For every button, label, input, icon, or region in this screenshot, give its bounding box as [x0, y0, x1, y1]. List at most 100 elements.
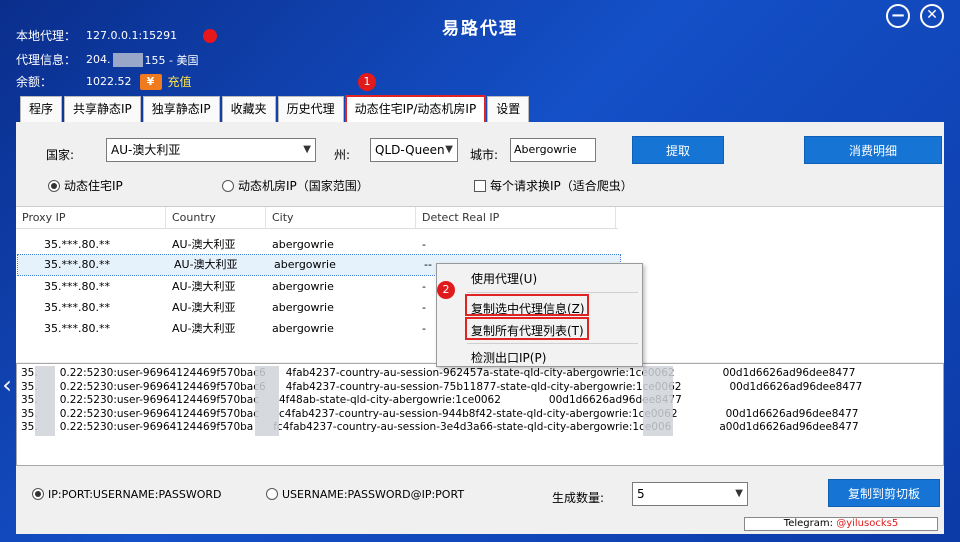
tab-shared-static[interactable]: 共享静态IP	[64, 96, 141, 122]
country-label: 国家:	[46, 148, 75, 162]
left-nav-icon[interactable]: ‹	[0, 360, 14, 410]
highlight-box	[465, 294, 589, 316]
balance-row: 余额： 1022.52 ¥ 充值	[16, 73, 192, 90]
cell-city: abergowrie	[274, 258, 336, 271]
state-select[interactable]: QLD-Queen ▼	[370, 138, 458, 162]
proxy-output-textarea[interactable]: 35. 0.22:5230:user-96964124469f570bac6 4fa…	[16, 363, 944, 466]
output-line: 35. 0.22:5230:user-96964124469f570bac6 4fa…	[21, 380, 863, 393]
radio-format-b[interactable]: USERNAME:PASSWORD@IP:PORT	[266, 488, 464, 501]
highlight-box	[465, 317, 589, 340]
billing-button[interactable]: 消费明细	[804, 136, 942, 164]
status-dot-icon	[203, 28, 218, 43]
output-line: 35. 0.22:5230:user-96964124469f570bac 4f48…	[21, 394, 682, 406]
col-city[interactable]: City	[266, 207, 416, 228]
output-line: 35. 0.22:5230:user-96964124469f570bac6 4fa…	[21, 367, 856, 379]
cell-country: AU-澳大利亚	[174, 258, 238, 271]
cell-proxy-ip: 35.***.80.**	[44, 258, 110, 271]
state-label: 州:	[334, 148, 351, 162]
redaction-block	[643, 366, 673, 436]
radio-format-a[interactable]: IP:PORT:USERNAME:PASSWORD	[32, 488, 222, 501]
radio-selected-icon	[32, 488, 44, 500]
cell-country: AU-澳大利亚	[172, 322, 236, 335]
format-a-label: IP:PORT:USERNAME:PASSWORD	[48, 488, 222, 501]
cell-proxy-ip: 35.***.80.**	[44, 322, 110, 335]
cell-city: abergowrie	[272, 301, 334, 314]
checkbox-icon	[474, 180, 486, 192]
close-icon[interactable]: ✕	[920, 4, 944, 28]
filter-form: 国家: AU-澳大利亚 ▼ 州: QLD-Queen ▼ 城市: Abergow…	[16, 122, 944, 206]
menu-item-detect-exit-ip[interactable]: 检测出口IP(P)	[471, 349, 546, 366]
city-input[interactable]: Abergowrie	[510, 138, 596, 162]
city-label: 城市:	[470, 148, 499, 162]
cell-city: abergowrie	[272, 238, 334, 251]
checkbox-each-request-label: 每个请求换IP（适合爬虫）	[490, 179, 633, 193]
minimize-icon[interactable]: −	[886, 4, 910, 28]
format-b-label: USERNAME:PASSWORD@IP:PORT	[282, 488, 465, 501]
cell-country: AU-澳大利亚	[172, 301, 236, 314]
proxy-info-prefix: 204.	[86, 53, 111, 66]
country-value: AU-澳大利亚	[111, 143, 181, 157]
tab-program[interactable]: 程序	[20, 96, 63, 122]
radio-residential-label: 动态住宅IP	[64, 179, 123, 193]
country-select[interactable]: AU-澳大利亚 ▼	[106, 138, 316, 162]
local-proxy-label: 本地代理：	[16, 29, 77, 43]
table-row[interactable]: 35.***.80.** AU-澳大利亚 abergowrie -	[16, 235, 618, 255]
local-proxy-row: 本地代理： 127.0.0.1:15291	[16, 27, 218, 44]
output-line: 35. 0.22:5230:user-96964124469f570bac c4fa…	[21, 407, 859, 420]
tab-dedicated-static[interactable]: 独享静态IP	[142, 96, 220, 122]
quantity-label: 生成数量:	[552, 491, 605, 505]
yuan-icon[interactable]: ¥	[139, 73, 162, 90]
cell-proxy-ip: 35.***.80.**	[44, 301, 110, 314]
chevron-down-icon: ▼	[735, 488, 743, 499]
tab-history[interactable]: 历史代理	[277, 96, 344, 122]
copy-to-clipboard-button[interactable]: 复制到剪切板	[828, 479, 940, 507]
quantity-select[interactable]: 5 ▼	[632, 482, 748, 506]
radio-datacenter[interactable]: 动态机房IP（国家范围）	[222, 177, 369, 194]
cell-country: AU-澳大利亚	[172, 238, 236, 251]
cell-city: abergowrie	[272, 280, 334, 293]
tab-favorites[interactable]: 收藏夹	[221, 96, 276, 122]
proxy-info-suffix: 155 - 美国	[144, 53, 199, 67]
proxy-info-label: 代理信息：	[16, 53, 77, 67]
redaction-block	[112, 52, 143, 67]
telegram-label: Telegram:	[783, 518, 833, 529]
telegram-handle[interactable]: @yilusocks5	[836, 518, 898, 529]
tab-settings[interactable]: 设置	[487, 96, 530, 122]
local-proxy-value: 127.0.0.1:15291	[86, 29, 178, 42]
balance-label: 余额：	[16, 75, 53, 89]
quantity-value: 5	[637, 487, 645, 501]
output-line: 35. 0.22:5230:user-96964124469f570ba fc4fa…	[21, 421, 859, 433]
chevron-down-icon: ▼	[303, 144, 311, 155]
cell-proxy-ip: 35.***.80.**	[44, 280, 110, 293]
extract-button[interactable]: 提取	[632, 136, 724, 164]
tab-bar: 程序 共享静态IP 独享静态IP 收藏夹 历史代理 动态住宅IP/动态机房IP …	[20, 95, 531, 125]
menu-separator	[467, 292, 638, 293]
app-window: 易路代理 − ✕ 本地代理： 127.0.0.1:15291 代理信息： 204…	[0, 0, 960, 542]
tab-dynamic-ip[interactable]: 动态住宅IP/动态机房IP	[344, 95, 487, 125]
checkbox-each-request[interactable]: 每个请求换IP（适合爬虫）	[474, 177, 633, 194]
menu-separator	[467, 343, 638, 344]
radio-unselected-icon	[266, 488, 278, 500]
redaction-block	[35, 366, 55, 436]
topup-link[interactable]: 充值	[168, 73, 192, 90]
radio-unselected-icon	[222, 180, 234, 192]
menu-item-use-proxy[interactable]: 使用代理(U)	[471, 270, 537, 287]
cell-detect: -	[422, 238, 426, 251]
radio-residential[interactable]: 动态住宅IP	[48, 177, 123, 194]
table-header: Proxy IP Country City Detect Real IP	[16, 207, 618, 229]
cell-proxy-ip: 35.***.80.**	[44, 238, 110, 251]
cell-country: AU-澳大利亚	[172, 280, 236, 293]
state-value: QLD-Queen	[375, 143, 445, 157]
telegram-contact: Telegram: @yilusocks5	[744, 517, 938, 531]
chevron-down-icon: ▼	[445, 144, 453, 155]
cell-city: abergowrie	[272, 322, 334, 335]
col-detect-real-ip[interactable]: Detect Real IP	[416, 207, 616, 228]
radio-selected-icon	[48, 180, 60, 192]
balance-value: 1022.52	[86, 75, 132, 88]
redaction-block	[255, 366, 279, 436]
col-proxy-ip[interactable]: Proxy IP	[16, 207, 166, 228]
radio-datacenter-label: 动态机房IP（国家范围）	[238, 179, 369, 193]
proxy-info-row: 代理信息： 204. 155 - 美国	[16, 51, 198, 68]
step-badge-2: 2	[437, 281, 455, 299]
col-country[interactable]: Country	[166, 207, 266, 228]
